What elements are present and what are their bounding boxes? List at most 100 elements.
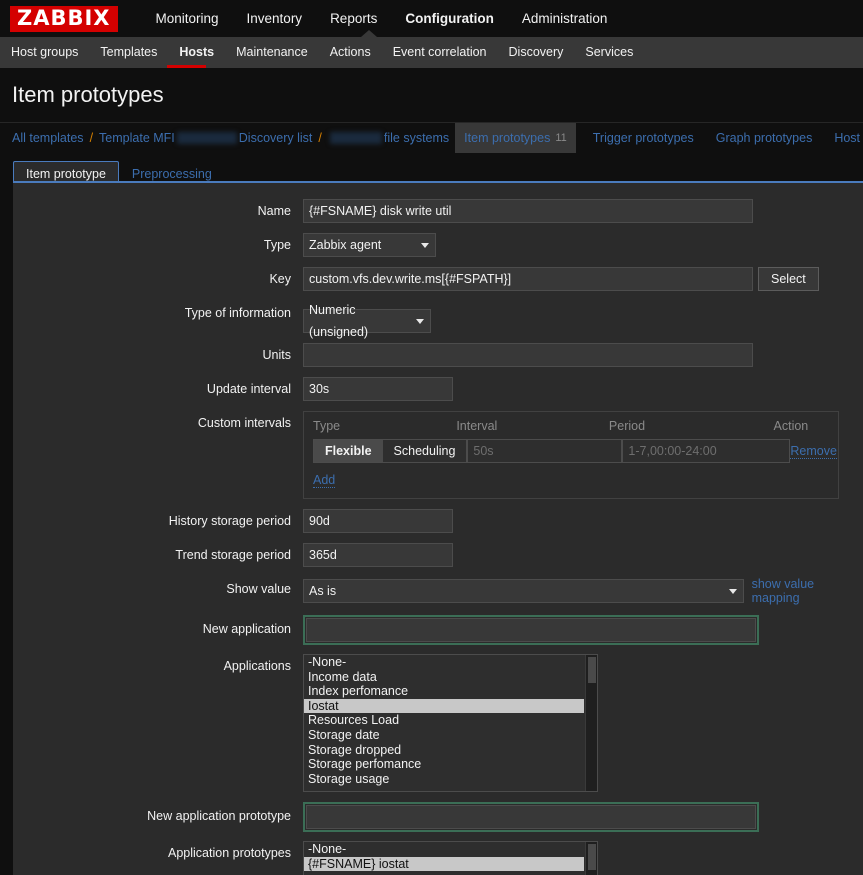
form-row-show-value: Show value As is show value mapping — [13, 577, 863, 605]
scrollbar-thumb[interactable] — [588, 657, 596, 683]
chevron-down-icon — [416, 319, 424, 324]
new-application-focus-ring — [303, 615, 759, 645]
form-row-name: Name — [13, 199, 863, 223]
type-of-information-select[interactable]: Numeric (unsigned) — [303, 303, 431, 339]
custom-interval-delay-input[interactable] — [467, 439, 623, 463]
new-application-prototype-focus-ring — [303, 802, 759, 832]
top-navigation-bar: ZABBIX Monitoring Inventory Reports Conf… — [0, 0, 863, 37]
new-application-input[interactable] — [306, 618, 756, 642]
page-title: Item prototypes — [12, 82, 164, 107]
breadcrumb-trigger-prototypes[interactable]: Trigger prototypes — [582, 123, 705, 153]
list-item[interactable]: Storage date — [304, 728, 597, 743]
label-new-application-prototype: New application prototype — [147, 809, 291, 823]
column-header-interval: Interval — [456, 419, 498, 433]
subnav-item-discovery[interactable]: Discovery — [498, 37, 575, 68]
item-prototypes-count: 11 — [555, 132, 567, 144]
type-of-information-value: Numeric (unsigned) — [309, 303, 369, 339]
subnav-item-services[interactable]: Services — [574, 37, 644, 68]
form-row-trend-storage-period: Trend storage period — [13, 543, 863, 567]
label-type: Type — [263, 238, 291, 252]
column-header-action: Action — [773, 419, 809, 433]
breadcrumb-discovery-list[interactable]: Discovery list — [239, 123, 313, 153]
list-item[interactable]: Resources Load — [304, 713, 597, 728]
breadcrumb-item-prototypes-active[interactable]: Item prototypes 11 — [455, 123, 576, 153]
applications-listbox[interactable]: -None- Income data Index perfomance Iost… — [303, 654, 598, 792]
form-row-applications: Applications -None- Income data Index pe… — [13, 654, 863, 792]
trend-storage-period-input[interactable] — [303, 543, 453, 567]
breadcrumb-template[interactable]: Template MFI — [99, 123, 239, 153]
topnav-item-monitoring[interactable]: Monitoring — [142, 0, 233, 37]
custom-interval-period-input[interactable] — [622, 439, 791, 463]
form-row-update-interval: Update interval — [13, 377, 863, 401]
breadcrumb: All templates / Template MFI Discovery l… — [0, 123, 863, 153]
list-item[interactable]: Storage usage — [304, 772, 597, 787]
top-nav-links: Monitoring Inventory Reports Configurati… — [142, 0, 622, 37]
subnav-item-templates[interactable]: Templates — [89, 37, 168, 68]
list-item[interactable]: Index perfomance — [304, 684, 597, 699]
key-select-button[interactable]: Select — [758, 267, 819, 291]
key-input[interactable] — [303, 267, 753, 291]
redacted-template-name — [176, 132, 237, 144]
breadcrumb-separator-1: / — [89, 131, 94, 145]
history-storage-period-input[interactable] — [303, 509, 453, 533]
chevron-down-icon — [421, 243, 429, 248]
scrollbar-thumb[interactable] — [588, 844, 596, 870]
subnav-item-maintenance[interactable]: Maintenance — [225, 37, 319, 68]
subnav-item-actions[interactable]: Actions — [319, 37, 382, 68]
item-prototype-form-panel: Name Type Zabbix agent Key Select Type o… — [13, 181, 863, 875]
applications-scrollbar[interactable] — [585, 655, 597, 791]
interval-type-segmented-control: Flexible Scheduling — [313, 439, 468, 463]
sub-navigation-bar: Host groups Templates Hosts Maintenance … — [0, 30, 863, 68]
label-custom-intervals: Custom intervals — [197, 416, 291, 430]
form-row-type: Type Zabbix agent — [13, 233, 863, 257]
topnav-item-administration[interactable]: Administration — [508, 0, 622, 37]
application-prototypes-scrollbar[interactable] — [585, 842, 597, 875]
custom-interval-remove-link[interactable]: Remove — [790, 444, 837, 459]
topnav-item-inventory[interactable]: Inventory — [233, 0, 317, 37]
custom-intervals-header: Type Interval Period Action — [313, 419, 829, 439]
list-item[interactable]: Storage dropped — [304, 743, 597, 758]
segment-scheduling[interactable]: Scheduling — [382, 440, 467, 462]
show-value-mapping-link[interactable]: show value mapping — [752, 577, 863, 605]
breadcrumb-graph-prototypes[interactable]: Graph prototypes — [705, 123, 824, 153]
show-value-selected: As is — [309, 584, 337, 598]
form-row-custom-intervals: Custom intervals Type Interval Period Ac… — [13, 411, 863, 499]
form-row-history-storage-period: History storage period — [13, 509, 863, 533]
label-units: Units — [262, 348, 291, 362]
application-prototypes-listbox[interactable]: -None- {#FSNAME} iostat — [303, 841, 598, 875]
label-key: Key — [269, 272, 291, 286]
list-item-selected[interactable]: {#FSNAME} iostat — [304, 856, 584, 872]
form-row-new-application-prototype: New application prototype — [13, 802, 863, 832]
breadcrumb-all-templates[interactable]: All templates — [12, 123, 84, 153]
list-item-selected[interactable]: Iostat — [304, 698, 584, 714]
new-application-prototype-input[interactable] — [306, 805, 756, 829]
subnav-item-hosts[interactable]: Hosts — [168, 37, 225, 68]
label-trend-storage-period: Trend storage period — [175, 548, 291, 562]
custom-intervals-box: Type Interval Period Action Flexible Sch… — [303, 411, 839, 499]
label-new-application: New application — [202, 622, 291, 636]
units-input[interactable] — [303, 343, 753, 367]
form-row-type-of-information: Type of information Numeric (unsigned) — [13, 301, 863, 339]
show-value-select[interactable]: As is — [303, 579, 744, 603]
subnav-item-event-correlation[interactable]: Event correlation — [382, 37, 498, 68]
type-select-value: Zabbix agent — [309, 238, 382, 252]
topnav-item-configuration[interactable]: Configuration — [391, 0, 507, 37]
breadcrumb-host-prototypes[interactable]: Host prototypes — [823, 123, 863, 153]
column-header-period: Period — [608, 419, 646, 433]
segment-flexible[interactable]: Flexible — [314, 440, 383, 462]
breadcrumb-file-systems[interactable]: file systems — [328, 123, 449, 153]
list-item[interactable]: Income data — [304, 670, 597, 685]
name-input[interactable] — [303, 199, 753, 223]
list-item[interactable]: Storage perfomance — [304, 757, 597, 772]
zabbix-logo[interactable]: ZABBIX — [10, 5, 118, 32]
list-item[interactable]: -None- — [304, 842, 597, 857]
custom-interval-row: Flexible Scheduling Remove — [313, 439, 837, 463]
label-show-value: Show value — [226, 582, 291, 596]
update-interval-input[interactable] — [303, 377, 453, 401]
topnav-item-reports[interactable]: Reports — [316, 0, 391, 37]
type-select[interactable]: Zabbix agent — [303, 233, 436, 257]
custom-interval-add-link[interactable]: Add — [313, 473, 336, 488]
list-item[interactable]: -None- — [304, 655, 597, 670]
subnav-item-host-groups[interactable]: Host groups — [0, 37, 89, 68]
label-applications: Applications — [223, 659, 291, 673]
